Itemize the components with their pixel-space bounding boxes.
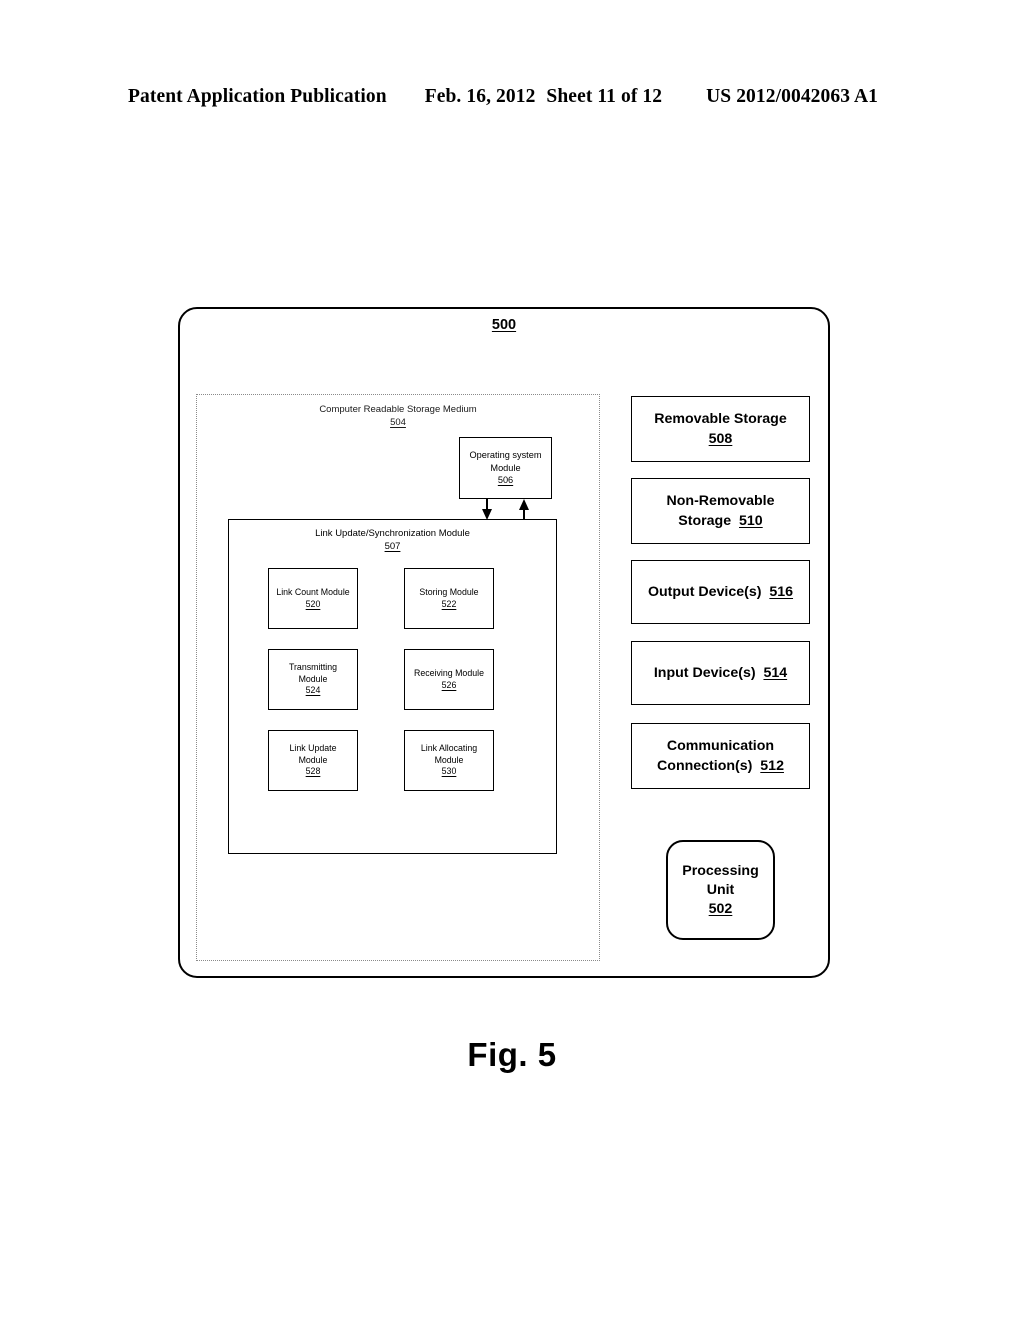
figure-caption: Fig. 5 [467, 1036, 557, 1073]
communication-connections-box: Communication Connection(s) 512 [631, 723, 810, 789]
link-update-synchronization-module-container: Link Update/Synchronization Module 507 L… [228, 519, 557, 854]
non-removable-storage-box: Non-Removable Storage 510 [631, 478, 810, 544]
link-allocating-module-box: Link Allocating Module 530 [404, 730, 494, 791]
link-update-module-ref: 528 [305, 766, 321, 777]
processing-unit-box: Processing Unit 502 [666, 840, 775, 940]
sub-module-grid: Link Count Module 520 Storing Module 522… [268, 568, 520, 791]
bidirectional-arrow-icon [482, 498, 529, 521]
page-header: Patent Application Publication Feb. 16, … [128, 86, 896, 112]
link-update-module-line2: Module [298, 754, 328, 765]
output-devices-label: Output Device(s) [647, 584, 762, 600]
transmitting-module-line2: Module [298, 673, 328, 684]
non-removable-storage-label2: Storage [678, 513, 732, 529]
link-allocating-module-ref: 530 [441, 766, 457, 777]
communication-connections-label2: Connection(s) [657, 758, 753, 774]
input-devices-label: Input Device(s) [653, 665, 756, 681]
transmitting-module-box: Transmitting Module 524 [268, 649, 358, 710]
receiving-module-box: Receiving Module 526 [404, 649, 494, 710]
processing-unit-line1: Processing [682, 862, 759, 879]
input-devices-ref: 514 [763, 665, 788, 681]
operating-system-module-line2: Module [490, 462, 521, 473]
processing-unit-ref: 502 [708, 900, 733, 917]
system-ref-value: 500 [491, 317, 517, 333]
output-devices-box: Output Device(s) 516 [631, 560, 810, 624]
storing-module-line1: Storing Module [419, 586, 479, 597]
header-patent-number: US 2012/0042063 A1 [706, 86, 879, 107]
storage-medium-ref: 504 [390, 417, 406, 428]
transmitting-module-ref: 524 [305, 685, 321, 696]
storage-medium-title-block: Computer Readable Storage Medium 504 [197, 403, 599, 429]
communication-connections-label: Communication [666, 738, 775, 754]
receiving-module-line1: Receiving Module [414, 667, 484, 678]
removable-storage-box: Removable Storage 508 [631, 396, 810, 462]
non-removable-storage-ref: 510 [739, 513, 763, 529]
transmitting-module-line1: Transmitting [288, 661, 338, 672]
operating-system-module-ref: 506 [497, 475, 514, 486]
processing-unit-line2: Unit [706, 881, 735, 898]
header-publication-label: Patent Application Publication [128, 86, 387, 107]
link-module-title-block: Link Update/Synchronization Module 507 [229, 527, 556, 553]
link-count-module-ref: 520 [305, 598, 321, 609]
link-count-module-line1: Link Count Module [276, 586, 350, 597]
link-update-module-line1: Link Update [289, 742, 337, 753]
header-sheet-label: Sheet 11 of 12 [546, 86, 663, 107]
output-devices-line: Output Device(s) 516 [648, 582, 793, 602]
communication-connections-line2: Connection(s) 512 [657, 756, 784, 776]
non-removable-storage-label: Non-Removable [666, 493, 775, 509]
input-devices-box: Input Device(s) 514 [631, 641, 810, 705]
system-reference-number: 500 [180, 317, 828, 333]
operating-system-module-line1: Operating system [469, 450, 542, 461]
removable-storage-ref: 508 [708, 431, 733, 447]
header-date-label: Feb. 16, 2012 [424, 86, 536, 107]
storage-medium-title: Computer Readable Storage Medium [319, 404, 477, 415]
input-devices-line: Input Device(s) 514 [654, 663, 787, 683]
link-count-module-box: Link Count Module 520 [268, 568, 358, 629]
link-update-module-box: Link Update Module 528 [268, 730, 358, 791]
link-module-title: Link Update/Synchronization Module [315, 528, 470, 539]
removable-storage-label: Removable Storage [654, 411, 787, 427]
storing-module-box: Storing Module 522 [404, 568, 494, 629]
os-link-module-connector-arrows [459, 498, 552, 521]
communication-connections-ref: 512 [760, 758, 784, 774]
output-devices-ref: 516 [769, 584, 794, 600]
receiving-module-ref: 526 [441, 679, 457, 690]
link-allocating-module-line1: Link Allocating [420, 742, 478, 753]
storing-module-ref: 522 [441, 598, 457, 609]
link-module-ref: 507 [384, 541, 401, 552]
link-allocating-module-line2: Module [434, 754, 464, 765]
operating-system-module-box: Operating system Module 506 [459, 437, 552, 499]
non-removable-storage-line2: Storage 510 [678, 511, 762, 531]
